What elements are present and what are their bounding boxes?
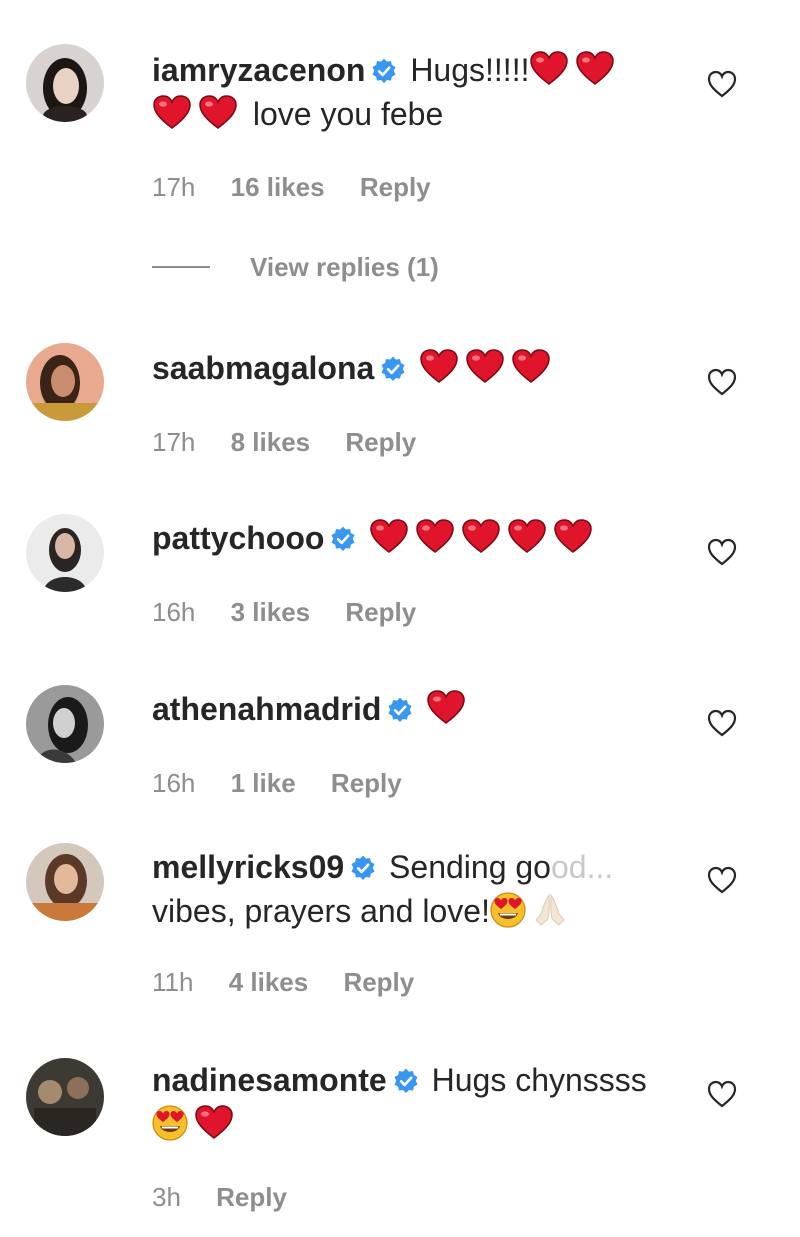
comment-meta: 17h 8 likes Reply	[152, 427, 444, 458]
verified-badge-icon	[387, 697, 413, 723]
like-icon[interactable]	[706, 536, 738, 568]
red-heart-emoji	[507, 518, 547, 554]
comment-meta: 16h 3 likes Reply	[152, 597, 444, 628]
verified-badge-icon	[380, 356, 406, 382]
timestamp[interactable]: 11h	[152, 967, 193, 997]
comment-body-truncated[interactable]: od...	[551, 849, 613, 885]
red-heart-emoji	[419, 348, 459, 384]
likes-count[interactable]: 8 likes	[231, 427, 311, 457]
avatar[interactable]	[26, 343, 104, 421]
comment-body-continued: vibes, prayers and love!	[152, 893, 490, 929]
timestamp[interactable]: 3h	[152, 1182, 181, 1212]
red-heart-emoji	[198, 94, 238, 130]
likes-count[interactable]: 1 like	[231, 768, 296, 798]
username[interactable]: mellyricks09	[152, 849, 344, 885]
avatar[interactable]	[26, 685, 104, 763]
timestamp[interactable]: 17h	[152, 172, 195, 202]
reply-button[interactable]: Reply	[360, 172, 431, 202]
avatar[interactable]	[26, 514, 104, 592]
red-heart-emoji	[194, 1104, 234, 1140]
heart-eyes-emoji	[490, 892, 526, 928]
username[interactable]: pattychooo	[152, 520, 324, 556]
verified-badge-icon	[350, 855, 376, 881]
red-heart-emoji	[426, 689, 466, 725]
timestamp[interactable]: 17h	[152, 427, 195, 457]
verified-badge-icon	[371, 58, 397, 84]
comment-text: saabmagalona	[152, 346, 672, 390]
view-replies-label: View replies (1)	[250, 252, 439, 282]
reply-button[interactable]: Reply	[345, 427, 416, 457]
comment-meta: 17h 16 likes Reply	[152, 172, 459, 203]
verified-badge-icon	[330, 526, 356, 552]
like-icon[interactable]	[706, 68, 738, 100]
heart-eyes-emoji	[152, 1105, 188, 1141]
like-icon[interactable]	[706, 707, 738, 739]
like-icon[interactable]	[706, 366, 738, 398]
username[interactable]: nadinesamonte	[152, 1062, 387, 1098]
comment-text: iamryzacenon Hugs!!!!! love you febe	[152, 48, 672, 136]
comment-text: pattychooo	[152, 516, 672, 560]
folded-hands-emoji	[532, 892, 568, 928]
like-icon[interactable]	[706, 1078, 738, 1110]
username[interactable]: iamryzacenon	[152, 52, 365, 88]
avatar[interactable]	[26, 843, 104, 921]
timestamp[interactable]: 16h	[152, 597, 195, 627]
red-heart-emoji	[152, 94, 192, 130]
comment-meta: 11h 4 likes Reply	[152, 967, 442, 998]
comment-meta: 3h Reply	[152, 1182, 315, 1213]
comment-meta: 16h 1 like Reply	[152, 768, 430, 799]
comment-body: Hugs chynssss	[431, 1062, 647, 1098]
red-heart-emoji	[511, 348, 551, 384]
avatar[interactable]	[26, 44, 104, 122]
red-heart-emoji	[461, 518, 501, 554]
like-icon[interactable]	[706, 864, 738, 896]
username[interactable]: saabmagalona	[152, 350, 374, 386]
replies-divider	[152, 266, 210, 268]
timestamp[interactable]: 16h	[152, 768, 195, 798]
reply-button[interactable]: Reply	[345, 597, 416, 627]
red-heart-emoji	[575, 50, 615, 86]
avatar[interactable]	[26, 1058, 104, 1136]
likes-count[interactable]: 3 likes	[231, 597, 311, 627]
comment-body: Hugs!!!!!	[410, 52, 530, 88]
red-heart-emoji	[415, 518, 455, 554]
comment-body-continued: love you febe	[252, 96, 444, 132]
view-replies-button[interactable]: View replies (1)	[152, 252, 439, 283]
reply-button[interactable]: Reply	[216, 1182, 287, 1212]
reply-button[interactable]: Reply	[331, 768, 402, 798]
reply-button[interactable]: Reply	[343, 967, 414, 997]
red-heart-emoji	[553, 518, 593, 554]
red-heart-emoji	[529, 50, 569, 86]
likes-count[interactable]: 4 likes	[229, 967, 309, 997]
username[interactable]: athenahmadrid	[152, 691, 381, 727]
comment-body: Sending go	[389, 849, 551, 885]
likes-count[interactable]: 16 likes	[231, 172, 325, 202]
red-heart-emoji	[369, 518, 409, 554]
comment-text: athenahmadrid	[152, 687, 672, 731]
verified-badge-icon	[393, 1068, 419, 1094]
comment-text: mellyricks09 Sending good... vibes, pray…	[152, 845, 672, 933]
comment-text: nadinesamonte Hugs chynssss	[152, 1058, 672, 1146]
red-heart-emoji	[465, 348, 505, 384]
